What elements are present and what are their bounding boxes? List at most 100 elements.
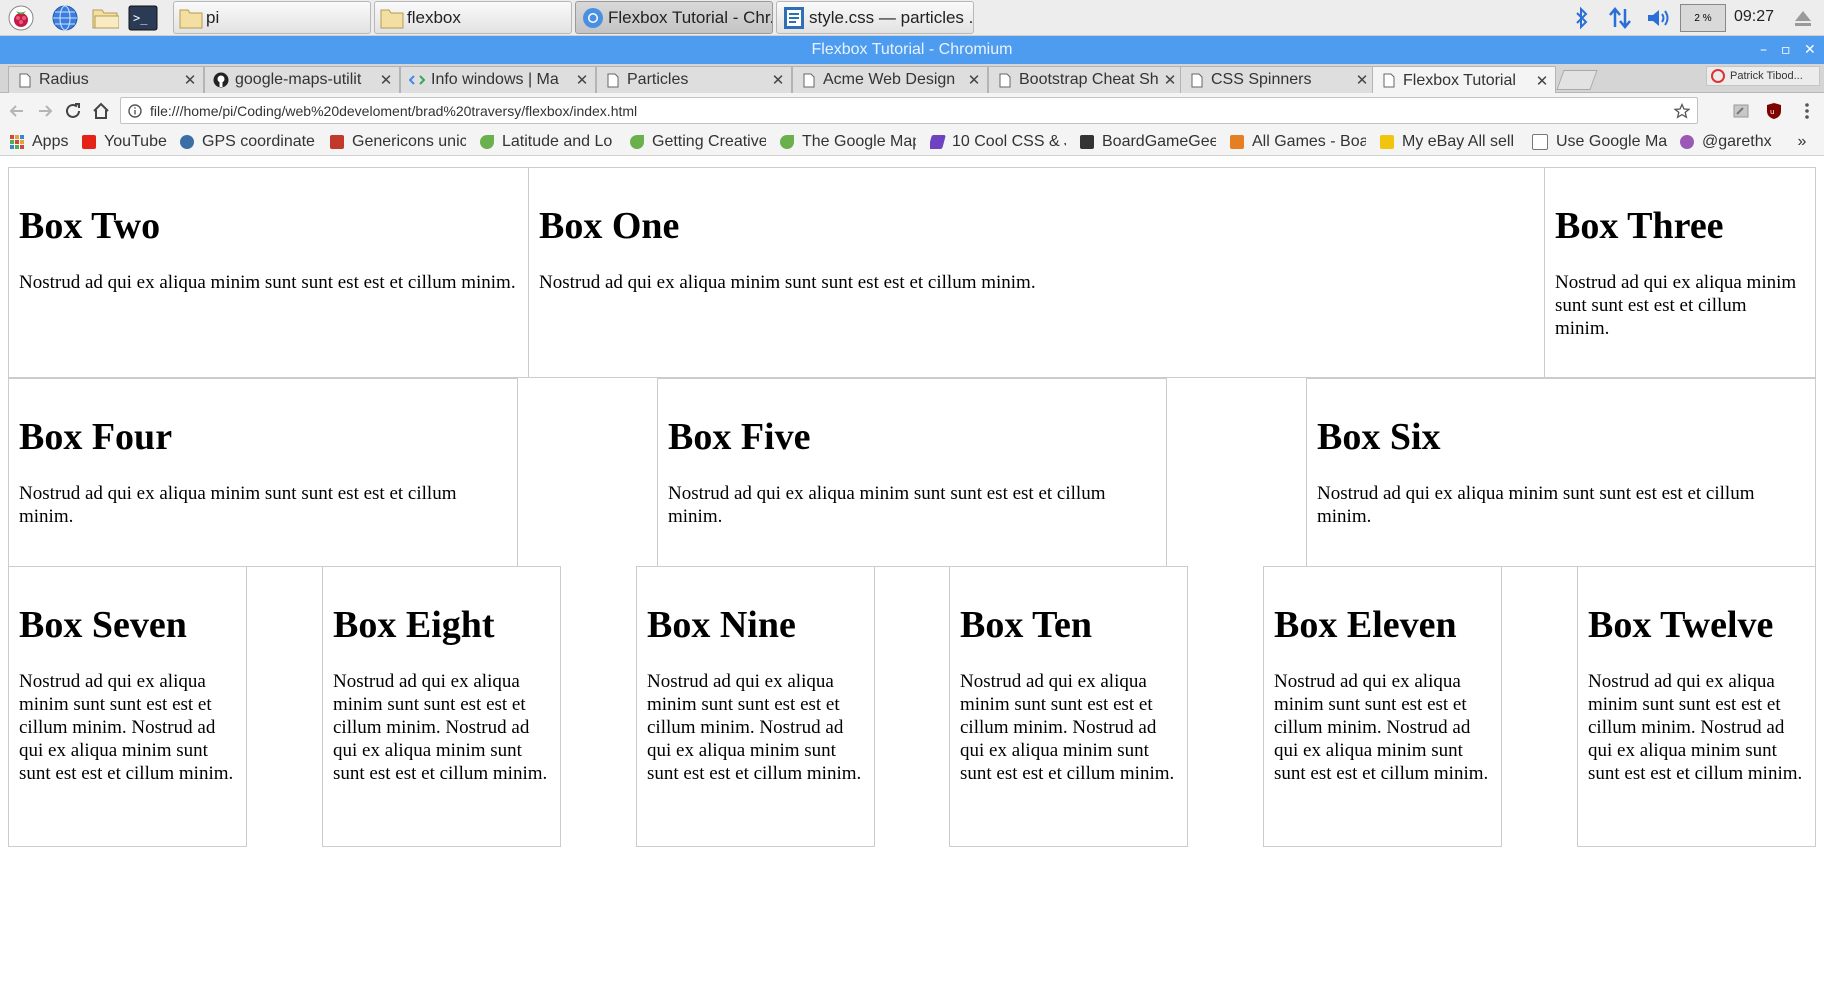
menu-icon[interactable] bbox=[1796, 100, 1818, 122]
network-icon[interactable] bbox=[1606, 4, 1634, 32]
address-bar[interactable]: file:///home/pi/Coding/web%20develoment/… bbox=[120, 97, 1698, 124]
apps-grid-icon bbox=[10, 135, 24, 149]
reload-icon[interactable] bbox=[62, 100, 84, 122]
bookmark-all-games[interactable]: All Games - Boa bbox=[1230, 132, 1366, 152]
tab-radius[interactable]: Radius ✕ bbox=[8, 66, 204, 93]
cpu-usage-label: 2 % bbox=[1694, 12, 1712, 24]
bookmark-google-maps[interactable]: The Google Map bbox=[780, 132, 916, 152]
close-icon[interactable]: ✕ bbox=[1804, 42, 1816, 58]
globe-icon bbox=[180, 135, 194, 149]
box-text: Nostrud ad qui ex aliqua minim sunt sunt… bbox=[1274, 671, 1489, 784]
tab-label: CSS Spinners bbox=[1211, 71, 1312, 88]
back-icon[interactable] bbox=[6, 100, 28, 122]
bookmark-label: BoardGameGee bbox=[1102, 133, 1216, 150]
youtube-icon bbox=[82, 135, 96, 149]
web-browser-icon[interactable] bbox=[50, 3, 80, 33]
box-heading: Box Three bbox=[1555, 205, 1724, 247]
info-icon[interactable] bbox=[128, 103, 142, 118]
desktop-taskbar: >_ pi flexbox Flexbox Tutorial - Chr... … bbox=[0, 0, 1824, 36]
page-icon bbox=[17, 72, 33, 88]
bookmark-label: GPS coordinate bbox=[202, 133, 315, 150]
close-icon[interactable]: ✕ bbox=[377, 71, 395, 89]
bookmark-star-icon[interactable] bbox=[1673, 102, 1691, 119]
close-icon[interactable]: ✕ bbox=[1353, 71, 1371, 89]
box-heading: Box Eight bbox=[333, 604, 495, 646]
close-icon[interactable]: ✕ bbox=[1533, 72, 1551, 90]
profile-button[interactable]: Patrick Tibod... bbox=[1706, 66, 1820, 86]
tab-css-spinners[interactable]: CSS Spinners ✕ bbox=[1180, 66, 1376, 93]
box-three: Box Three Nostrud ad qui ex aliqua minim… bbox=[1544, 167, 1816, 378]
text-editor-icon bbox=[781, 6, 807, 30]
profile-icon bbox=[1711, 69, 1725, 83]
task-button-flexbox[interactable]: flexbox bbox=[374, 1, 572, 34]
bookmark-latitude-longitude[interactable]: Latitude and Lo bbox=[480, 132, 616, 152]
tab-acme-web-design[interactable]: Acme Web Design ✕ bbox=[792, 66, 988, 93]
eject-icon[interactable] bbox=[1790, 4, 1816, 32]
box-ten: Box Ten Nostrud ad qui ex aliqua minim s… bbox=[949, 566, 1188, 847]
bookmark-my-ebay[interactable]: My eBay All sell bbox=[1380, 132, 1518, 152]
tab-flexbox-tutorial[interactable]: Flexbox Tutorial ✕ bbox=[1372, 66, 1556, 94]
extension-icon[interactable] bbox=[1730, 100, 1752, 122]
clock[interactable]: 09:27 bbox=[1734, 8, 1774, 26]
shopping-bag-icon bbox=[1380, 135, 1394, 149]
url-text: file:///home/pi/Coding/web%20develoment/… bbox=[150, 102, 638, 119]
raspberry-menu-icon[interactable] bbox=[6, 3, 36, 33]
box-text: Nostrud ad qui ex aliqua minim sunt sunt… bbox=[1588, 671, 1803, 784]
box-heading: Box Ten bbox=[960, 604, 1093, 646]
terminal-icon[interactable]: >_ bbox=[128, 3, 158, 33]
bookmark-boardgamegeek[interactable]: BoardGameGee bbox=[1080, 132, 1216, 152]
bookmark-getting-creative[interactable]: Getting Creative bbox=[630, 132, 766, 152]
forward-icon[interactable] bbox=[34, 100, 56, 122]
box-text: Nostrud ad qui ex aliqua minim sunt sunt… bbox=[19, 671, 234, 784]
page-icon bbox=[1532, 134, 1548, 150]
box-one: Box One Nostrud ad qui ex aliqua minim s… bbox=[528, 167, 1545, 378]
bookmark-label: Apps bbox=[32, 133, 69, 150]
bookmark-label: Getting Creative bbox=[652, 133, 766, 150]
bluetooth-icon[interactable] bbox=[1570, 4, 1594, 32]
tab-google-maps-utility[interactable]: google-maps-utilit ✕ bbox=[204, 66, 400, 93]
bookmark-gps-coordinates[interactable]: GPS coordinate bbox=[180, 132, 320, 152]
profile-name: Patrick Tibod... bbox=[1730, 70, 1803, 82]
bookmark-apps[interactable]: Apps bbox=[10, 132, 80, 152]
bookmark-garethx[interactable]: @garethx bbox=[1680, 132, 1790, 152]
close-icon[interactable]: ✕ bbox=[181, 71, 199, 89]
tab-particles[interactable]: Particles ✕ bbox=[596, 66, 792, 93]
close-icon[interactable]: ✕ bbox=[965, 71, 983, 89]
cpu-monitor[interactable]: 2 % bbox=[1680, 4, 1726, 32]
bookmark-use-google-maps[interactable]: Use Google Map bbox=[1532, 132, 1668, 152]
ublock-icon[interactable]: u bbox=[1763, 100, 1785, 122]
tab-bootstrap-cheat-sheet[interactable]: Bootstrap Cheat Sh ✕ bbox=[988, 66, 1184, 93]
page-icon bbox=[1189, 72, 1205, 88]
tab-strip: Radius ✕ google-maps-utilit ✕ Info windo… bbox=[0, 64, 1824, 94]
window-title-bar[interactable]: Flexbox Tutorial - Chromium – ▫ ✕ bbox=[0, 36, 1824, 64]
task-label: Flexbox Tutorial - Chr... bbox=[608, 7, 773, 27]
maximize-icon[interactable]: ▫ bbox=[1781, 42, 1791, 58]
box-heading: Box Nine bbox=[647, 604, 796, 646]
minimize-icon[interactable]: – bbox=[1760, 42, 1767, 58]
box-heading: Box Two bbox=[19, 205, 161, 247]
more-bookmarks-icon[interactable]: » bbox=[1792, 132, 1812, 152]
bookmarks-bar: Apps YouTube GPS coordinate Genericons u… bbox=[0, 129, 1824, 156]
task-button-chromium[interactable]: Flexbox Tutorial - Chr... bbox=[575, 1, 773, 34]
leaf-icon bbox=[480, 135, 494, 149]
bookmark-genericons[interactable]: Genericons unic bbox=[330, 132, 466, 152]
close-icon[interactable]: ✕ bbox=[1161, 71, 1179, 89]
box-eight: Box Eight Nostrud ad qui ex aliqua minim… bbox=[322, 566, 561, 847]
bookmark-youtube[interactable]: YouTube bbox=[82, 132, 170, 152]
volume-icon[interactable] bbox=[1644, 4, 1674, 32]
page-content: Box Two Nostrud ad qui ex aliqua minim s… bbox=[0, 156, 1824, 984]
task-button-style-css[interactable]: style.css — particles ... bbox=[776, 1, 974, 34]
box-two: Box Two Nostrud ad qui ex aliqua minim s… bbox=[8, 167, 529, 378]
file-manager-icon[interactable] bbox=[90, 3, 120, 33]
tab-info-windows[interactable]: Info windows | Ma ✕ bbox=[400, 66, 596, 93]
task-button-pi[interactable]: pi bbox=[173, 1, 371, 34]
bookmark-label: 10 Cool CSS & J bbox=[952, 133, 1066, 150]
bookmark-label: All Games - Boa bbox=[1252, 133, 1366, 150]
svg-text:u: u bbox=[1770, 108, 1774, 116]
close-icon[interactable]: ✕ bbox=[573, 71, 591, 89]
new-tab-button[interactable] bbox=[1556, 70, 1598, 90]
close-icon[interactable]: ✕ bbox=[769, 71, 787, 89]
bookmark-cool-css[interactable]: 10 Cool CSS & J bbox=[930, 132, 1066, 152]
home-icon[interactable] bbox=[90, 100, 112, 122]
box-heading: Box One bbox=[539, 205, 680, 247]
